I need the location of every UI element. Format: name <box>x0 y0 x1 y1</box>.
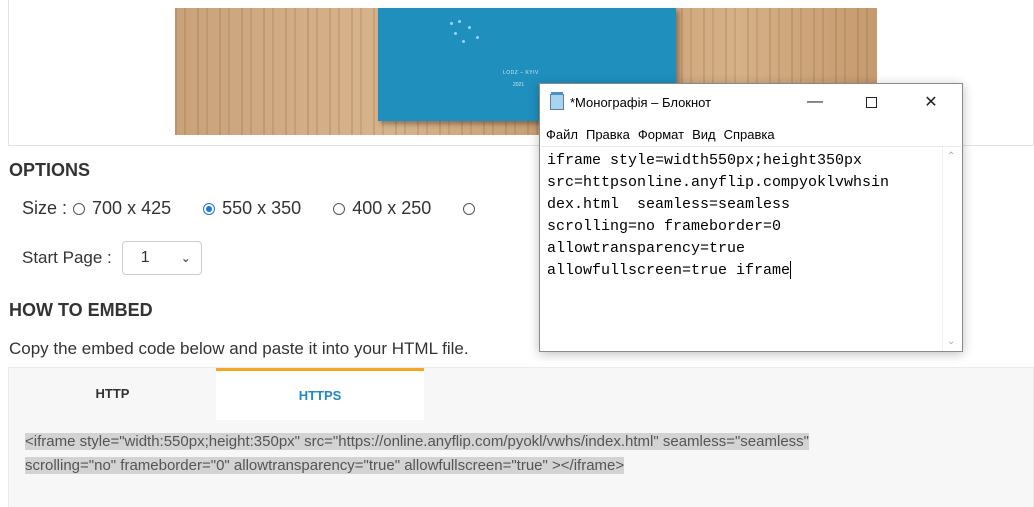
menu-edit[interactable]: Правка <box>586 127 630 142</box>
maximize-button[interactable] <box>858 90 884 114</box>
notepad-title: *Монографія – Блокнот <box>570 94 712 110</box>
book-caption: LODZ – KYIV <box>503 70 539 76</box>
size-label: Size : <box>22 198 68 218</box>
text-line: allowtransparency=true <box>547 240 746 257</box>
embed-panel: HTTP HTTPS <iframe style="width:550px;he… <box>8 367 1034 507</box>
size-option-label: 400 x 250 <box>352 198 432 218</box>
size-option-400x250[interactable]: 400 x 250 <box>333 198 431 219</box>
start-page-select[interactable]: 1 ⌄ <box>121 241 202 275</box>
embed-heading: HOW TO EMBED <box>9 300 153 320</box>
notepad-window[interactable]: *Монографія – Блокнот — ✕ Файл Правка Фо… <box>539 83 963 352</box>
embed-code-line[interactable]: <iframe style="width:550px;height:350px"… <box>25 433 809 450</box>
chevron-down-icon: ⌄ <box>180 251 191 265</box>
notepad-menubar: Файл Правка Формат Вид Справка <box>546 127 775 142</box>
scroll-up-icon[interactable]: ⌃ <box>947 151 955 162</box>
menu-file[interactable]: Файл <box>546 127 578 142</box>
embed-code-line[interactable]: scrolling="no" frameborder="0" allowtran… <box>25 457 625 474</box>
radio-icon[interactable] <box>73 202 86 215</box>
maximize-icon <box>865 96 877 108</box>
book-year: 2021 <box>513 82 525 88</box>
notepad-text[interactable]: iframe style=width550px;height350px src=… <box>547 150 889 282</box>
minimize-button[interactable]: — <box>802 90 828 114</box>
text-line: dex.html seamless=seamless <box>547 196 791 213</box>
embed-description: Copy the embed code below and paste it i… <box>9 339 469 358</box>
size-option-550x350[interactable]: 550 x 350 <box>203 198 301 219</box>
text-line: iframe style=width550px;height350px <box>547 152 863 169</box>
start-page-row: Start Page : 1 ⌄ <box>22 241 202 275</box>
notepad-titlebar[interactable]: *Монографія – Блокнот — ✕ <box>540 84 962 120</box>
radio-selected-icon[interactable] <box>203 202 216 215</box>
start-page-label: Start Page : <box>22 248 112 267</box>
size-option-label: 550 x 350 <box>222 198 302 218</box>
scroll-down-icon[interactable]: ⌄ <box>947 336 955 347</box>
size-option-custom[interactable] <box>463 202 482 215</box>
menu-view[interactable]: Вид <box>692 127 716 142</box>
size-options: Size : 700 x 425 550 x 350 400 x 250 <box>22 198 514 219</box>
menu-format[interactable]: Формат <box>638 127 684 142</box>
text-caret <box>790 261 792 280</box>
radio-icon[interactable] <box>463 202 476 215</box>
close-button[interactable]: ✕ <box>918 90 944 114</box>
radio-icon[interactable] <box>333 202 346 215</box>
notepad-text-area[interactable]: iframe style=width550px;height350px src=… <box>541 146 961 351</box>
start-page-value: 1 <box>140 249 150 266</box>
notepad-icon <box>550 92 564 110</box>
tab-http[interactable]: HTTP <box>9 368 216 418</box>
tab-https[interactable]: HTTPS <box>216 368 424 420</box>
text-line: src=httpsonline.anyflip.compyoklvwhsin <box>547 174 890 191</box>
embed-code[interactable]: <iframe style="width:550px;height:350px"… <box>25 430 1034 478</box>
menu-help[interactable]: Справка <box>724 127 775 142</box>
size-option-700x425[interactable]: 700 x 425 <box>73 198 171 219</box>
text-line: allowfullscreen=true iframe <box>547 262 791 279</box>
vertical-scrollbar[interactable]: ⌃ ⌄ <box>942 147 961 351</box>
map-decoration <box>448 18 488 48</box>
text-line: scrolling=no frameborder=0 <box>547 218 782 235</box>
options-heading: OPTIONS <box>9 160 91 180</box>
size-option-label: 700 x 425 <box>92 198 172 218</box>
